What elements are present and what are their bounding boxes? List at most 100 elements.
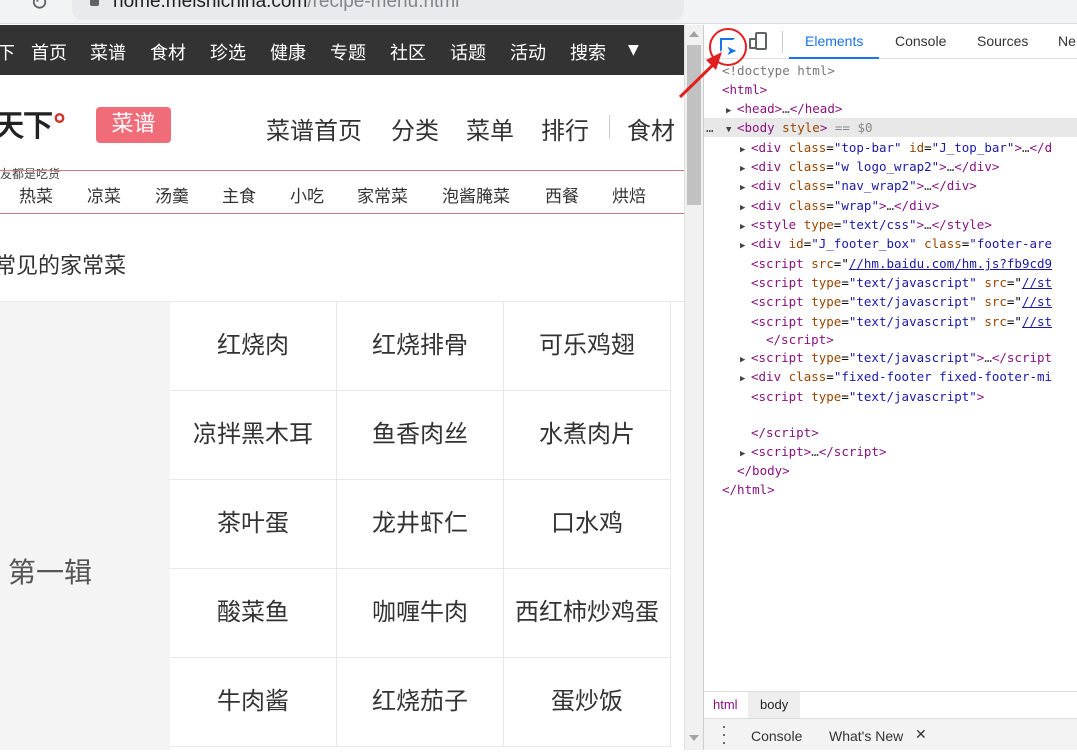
top-nav-events[interactable]: 活动	[510, 39, 546, 65]
drawer-tab-whats-new[interactable]: What's New	[829, 728, 903, 744]
top-nav-recipes[interactable]: 菜谱	[90, 39, 126, 65]
dom-div-topbar[interactable]: ▶ <div class="top-bar" id="J_top_bar">…</…	[740, 138, 1052, 157]
logo-class: "w logo_wrap2"	[833, 159, 940, 174]
tab-sources[interactable]: Sources	[977, 33, 1028, 49]
top-nav-more-icon[interactable]: ▼	[628, 42, 639, 58]
top-nav-health[interactable]: 健康	[270, 39, 306, 65]
script3-src[interactable]: //st	[1022, 294, 1052, 309]
top-nav-edge[interactable]: 下	[0, 39, 15, 65]
category-nav: 热菜 凉菜 汤羹 主食 小吃 家常菜 泡酱腌菜 西餐 烘焙	[0, 170, 684, 214]
dish-cell[interactable]: 凉拌黑木耳	[170, 391, 337, 480]
dish-cell[interactable]: 红烧排骨	[337, 302, 504, 391]
main-nav-ingredients[interactable]: 食材	[627, 111, 675, 146]
dom-html-open[interactable]: <html>	[722, 80, 767, 99]
top-nav-threads[interactable]: 话题	[450, 39, 486, 65]
category-cold-dishes[interactable]: 凉菜	[87, 182, 121, 207]
device-toolbar-icon[interactable]	[749, 32, 768, 51]
script4-src[interactable]: //st	[1022, 314, 1052, 329]
dom-div-wrap[interactable]: ▶ <div class="wrap">…</div>	[740, 196, 939, 215]
top-nav-community[interactable]: 社区	[390, 39, 426, 65]
series-column: 第一辑	[0, 302, 170, 750]
dom-head[interactable]: ▶ <head>…</head>	[726, 99, 842, 118]
section-badge[interactable]: 菜谱	[96, 107, 171, 143]
dom-div-logo[interactable]: ▶ <div class="w logo_wrap2">…</div>	[740, 157, 999, 176]
dish-cell[interactable]: 口水鸡	[504, 480, 671, 569]
site-logo[interactable]: 天下°	[0, 101, 67, 145]
scroll-up-icon[interactable]	[689, 31, 699, 37]
category-hot-dishes[interactable]: 热菜	[19, 182, 53, 207]
category-staples[interactable]: 主食	[222, 182, 256, 207]
dom-style[interactable]: ▶ <style type="text/css">…</style>	[740, 215, 992, 234]
url-text[interactable]: home.meishichina.com/recipe-menu.html	[113, 0, 459, 13]
scroll-thumb[interactable]	[687, 45, 701, 205]
dom-script-7[interactable]: ▶ <script>…</script>	[740, 442, 886, 461]
url-domain: home.meishichina.com	[113, 0, 308, 12]
dish-cell[interactable]: 牛肉酱	[170, 658, 337, 747]
devtools-toolbar: ➤ Elements Console Sources Ne	[704, 25, 1077, 66]
breadcrumb-body[interactable]: body	[748, 692, 801, 718]
category-snacks[interactable]: 小吃	[290, 182, 324, 207]
logo-mark: °	[52, 109, 67, 144]
main-nav-rankings[interactable]: 排行	[541, 111, 589, 146]
dom-script-5[interactable]: ▶ <script type="text/javascript">…</scrip…	[740, 348, 1052, 367]
dish-cell[interactable]: 蛋炒饭	[504, 658, 671, 747]
address-bar: ↻ home.meishichina.com/recipe-menu.html	[0, 0, 1077, 24]
script5-type: "text/javascript"	[848, 350, 977, 365]
dish-cell[interactable]: 西红柿炒鸡蛋	[504, 569, 671, 658]
category-western[interactable]: 西餐	[545, 182, 579, 207]
dom-body-close[interactable]: </body>	[737, 461, 790, 480]
breadcrumb-html[interactable]: html	[713, 697, 738, 712]
close-icon[interactable]: ✕	[915, 726, 927, 743]
dish-cell[interactable]: 龙井虾仁	[337, 480, 504, 569]
dom-script6-close[interactable]: </script>	[751, 423, 819, 442]
dish-cell[interactable]: 水煮肉片	[504, 391, 671, 480]
main-nav-menus[interactable]: 菜单	[466, 111, 514, 146]
tab-network[interactable]: Ne	[1058, 33, 1076, 49]
dish-cell[interactable]: 可乐鸡翅	[504, 302, 671, 391]
dish-cell[interactable]: 酸菜鱼	[170, 569, 337, 658]
dom-div-fixed-footer[interactable]: ▶ <div class="fixed-footer fixed-footer-m…	[740, 367, 1052, 386]
dish-cell[interactable]: 红烧茄子	[337, 658, 504, 747]
main-nav-categories[interactable]: 分类	[391, 111, 439, 146]
script-baidu-src[interactable]: //hm.baidu.com/hm.js?fb9cd9	[849, 256, 1052, 271]
dom-script-4[interactable]: <script type="text/javascript" src="//st	[751, 312, 1052, 331]
url-path: /recipe-menu.html	[307, 0, 460, 12]
main-nav-divider	[609, 115, 610, 139]
dom-body-selected[interactable]: … ▼ <body style> == $0	[704, 118, 1077, 137]
dish-cell[interactable]: 鱼香肉丝	[337, 391, 504, 480]
category-soups[interactable]: 汤羹	[155, 182, 189, 207]
dish-cell[interactable]: 茶叶蛋	[170, 480, 337, 569]
category-baking[interactable]: 烘焙	[612, 182, 646, 207]
dom-script-close[interactable]: </script>	[766, 330, 834, 349]
top-nav-topics[interactable]: 专题	[330, 39, 366, 65]
dom-script-baidu[interactable]: <script src="//hm.baidu.com/hm.js?fb9cd9	[751, 254, 1052, 273]
dom-script-6[interactable]: <script type="text/javascript">	[751, 387, 984, 406]
tab-console[interactable]: Console	[895, 33, 946, 49]
script3-type: "text/javascript"	[848, 294, 977, 309]
dom-doctype[interactable]: <!doctype html>	[722, 61, 835, 80]
top-nav-ingredients[interactable]: 食材	[150, 39, 186, 65]
page-scrollbar[interactable]	[684, 25, 703, 750]
dom-div-nav[interactable]: ▶ <div class="nav_wrap2">…</div>	[740, 176, 977, 195]
reload-icon[interactable]: ↻	[30, 0, 48, 16]
top-nav-selection[interactable]: 珍选	[210, 39, 246, 65]
drawer-tab-console[interactable]: Console	[751, 728, 802, 744]
category-home-style[interactable]: 家常菜	[357, 182, 408, 207]
dish-cell[interactable]: 咖喱牛肉	[337, 569, 504, 658]
dom-div-footer[interactable]: ▶ <div id="J_footer_box" class="footer-ar…	[740, 234, 1052, 253]
top-nav-search[interactable]: 搜索	[570, 39, 606, 65]
scroll-down-icon[interactable]	[689, 735, 699, 741]
tab-elements[interactable]: Elements	[805, 33, 863, 49]
script2-src[interactable]: //st	[1022, 275, 1052, 290]
dom-script-3[interactable]: <script type="text/javascript" src="//st	[751, 292, 1052, 311]
top-nav-home[interactable]: 首页	[31, 39, 67, 65]
drawer-menu-icon[interactable]: · · ·	[721, 717, 727, 751]
lock-icon[interactable]	[90, 0, 99, 6]
dish-cell[interactable]: 红烧肉	[170, 302, 337, 391]
category-pickles[interactable]: 泡酱腌菜	[442, 182, 510, 207]
body-eq-marker: == $0	[834, 120, 873, 135]
dom-html-close[interactable]: </html>	[722, 480, 775, 499]
main-nav-recipe-home[interactable]: 菜谱首页	[266, 111, 362, 146]
dom-script-2[interactable]: <script type="text/javascript" src="//st	[751, 273, 1052, 292]
fixed-footer-class: "fixed-footer fixed-footer-mi	[833, 369, 1053, 384]
